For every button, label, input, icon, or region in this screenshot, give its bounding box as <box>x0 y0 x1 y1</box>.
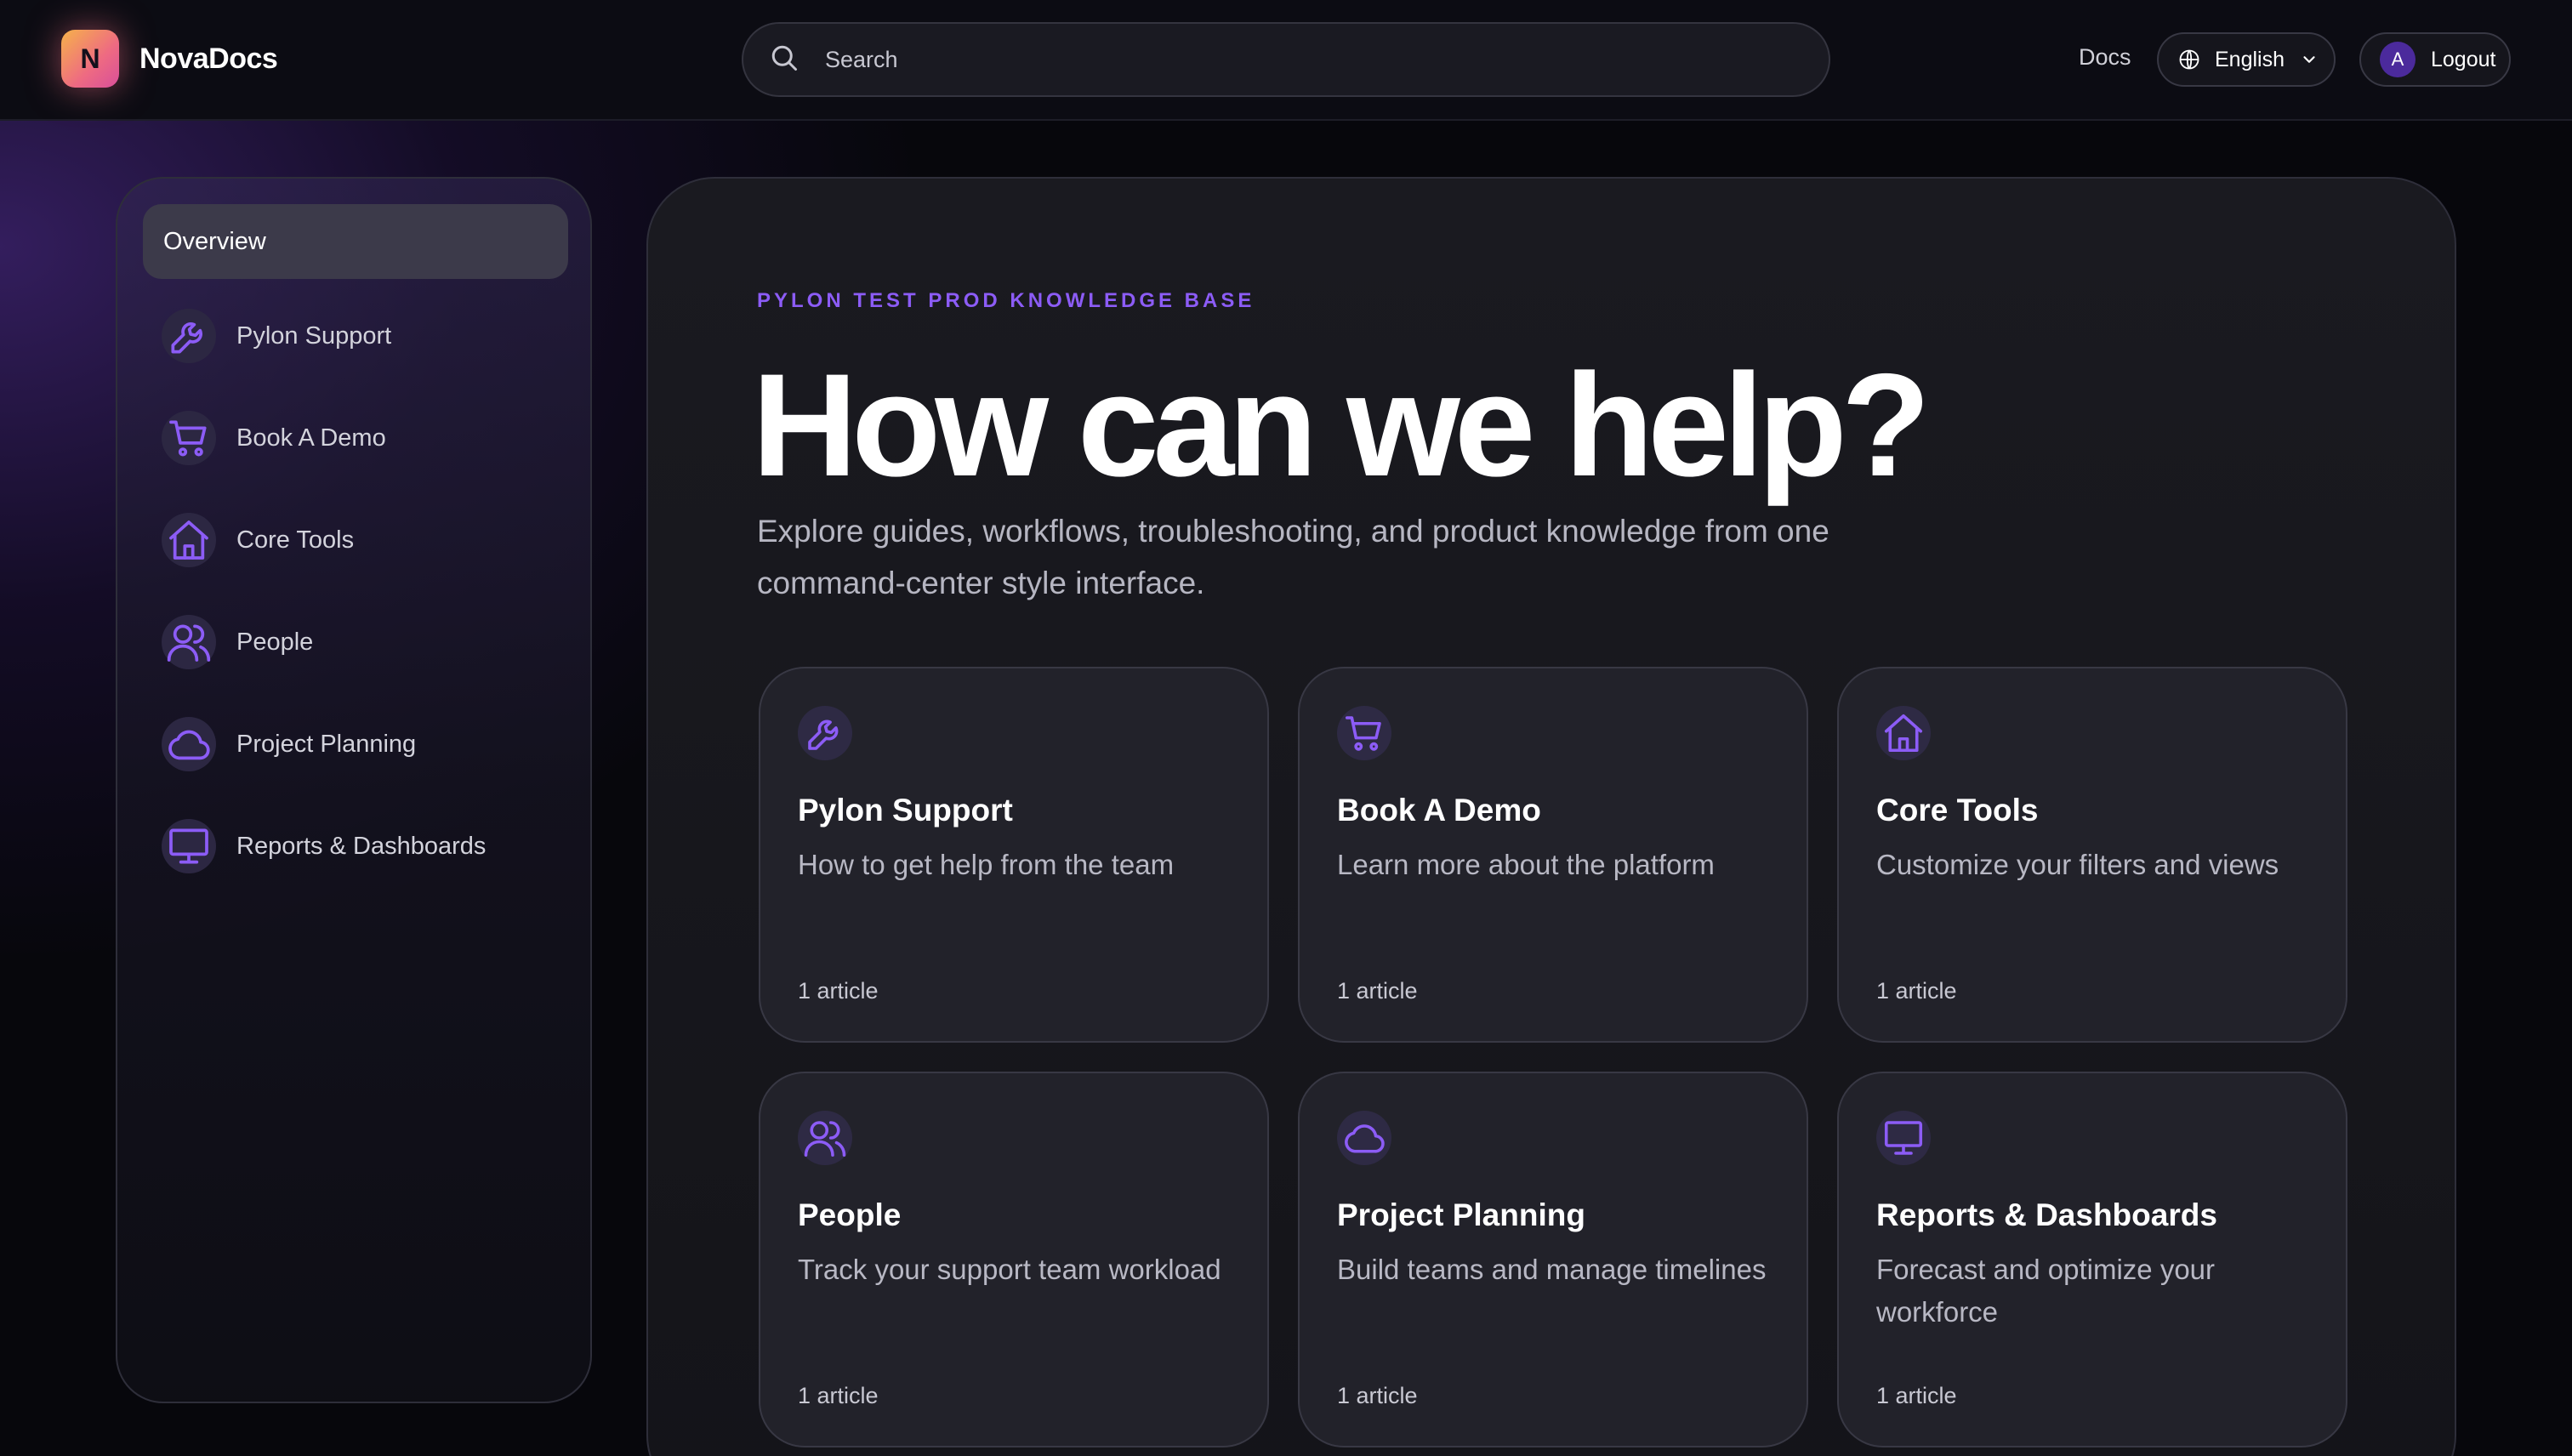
collection-card-pylon-support[interactable]: Pylon Support How to get help from the t… <box>759 667 1269 1043</box>
card-description: Customize your filters and views <box>1876 849 2279 880</box>
app-name: NovaDocs <box>139 42 278 75</box>
article-count: 1 article <box>798 978 879 1004</box>
card-title: People <box>798 1197 902 1232</box>
page-title: How can we help? <box>752 344 1931 507</box>
collection-card-core-tools[interactable]: Core Tools Customize your filters and vi… <box>1837 667 2347 1043</box>
globe-icon <box>2177 48 2201 71</box>
sidebar: Overview Pylon Support Book A Demo Core … <box>116 177 592 1403</box>
search-input[interactable] <box>825 46 1761 73</box>
card-title: Book A Demo <box>1337 793 1541 828</box>
card-description: Track your support team workload <box>798 1254 1221 1285</box>
sidebar-item-book-a-demo[interactable]: Book A Demo <box>162 408 561 468</box>
language-label: English <box>2215 47 2285 71</box>
article-count: 1 article <box>1337 978 1418 1004</box>
page-subtitle: Explore guides, workflows, troubleshooti… <box>757 514 1829 600</box>
article-count: 1 article <box>1876 978 1957 1004</box>
card-title: Core Tools <box>1876 793 2039 828</box>
search-icon <box>769 43 799 77</box>
article-count: 1 article <box>1337 1383 1418 1408</box>
card-title: Project Planning <box>1337 1197 1585 1232</box>
knowledge-base-eyebrow: PYLON TEST PROD KNOWLEDGE BASE <box>757 289 1255 312</box>
sidebar-item-label: Reports & Dashboards <box>236 832 487 860</box>
sidebar-item-project-planning[interactable]: Project Planning <box>162 714 561 774</box>
cart-icon <box>162 411 216 465</box>
card-title: Reports & Dashboards <box>1876 1197 2217 1232</box>
sidebar-item-people[interactable]: People <box>162 612 561 672</box>
logout-button[interactable]: A Logout <box>2359 32 2511 87</box>
users-icon <box>798 1111 852 1165</box>
top-header: N NovaDocs Docs English A Logout <box>0 0 2572 121</box>
sidebar-item-label: Project Planning <box>236 730 417 758</box>
card-description: How to get help from the team <box>798 849 1175 880</box>
cart-icon <box>1337 706 1391 760</box>
sidebar-item-label: Pylon Support <box>236 321 392 350</box>
article-count: 1 article <box>1876 1383 1957 1408</box>
sidebar-item-overview[interactable]: Overview <box>143 204 568 279</box>
cloud-icon <box>162 717 216 771</box>
card-description: Learn more about the platform <box>1337 849 1715 880</box>
sidebar-item-core-tools[interactable]: Core Tools <box>162 510 561 570</box>
monitor-icon <box>162 819 216 873</box>
collection-card-project-planning[interactable]: Project Planning Build teams and manage … <box>1298 1072 1808 1447</box>
home-icon <box>1876 706 1931 760</box>
logout-label: Logout <box>2431 47 2496 71</box>
monitor-icon <box>1876 1111 1931 1165</box>
card-description: Forecast and optimize your workforce <box>1876 1254 2216 1328</box>
cloud-icon <box>1337 1111 1391 1165</box>
card-description: Build teams and manage timelines <box>1337 1254 1767 1285</box>
search-bar[interactable] <box>742 22 1830 97</box>
wrench-icon <box>798 706 852 760</box>
main-panel: PYLON TEST PROD KNOWLEDGE BASE How can w… <box>646 177 2456 1456</box>
collection-card-people[interactable]: People Track your support team workload … <box>759 1072 1269 1447</box>
collection-card-reports-dashboards[interactable]: Reports & Dashboards Forecast and optimi… <box>1837 1072 2347 1447</box>
sidebar-item-reports-dashboards[interactable]: Reports & Dashboards <box>162 816 561 876</box>
avatar: A <box>2380 42 2416 77</box>
sidebar-item-label: People <box>236 628 314 656</box>
collection-card-book-a-demo[interactable]: Book A Demo Learn more about the platfor… <box>1298 667 1808 1043</box>
users-icon <box>162 615 216 669</box>
sidebar-item-pylon-support[interactable]: Pylon Support <box>162 306 561 366</box>
card-title: Pylon Support <box>798 793 1013 828</box>
app-logo[interactable]: N NovaDocs <box>61 30 278 88</box>
home-icon <box>162 513 216 567</box>
article-count: 1 article <box>798 1383 879 1408</box>
wrench-icon <box>162 309 216 363</box>
language-selector[interactable]: English <box>2157 32 2336 87</box>
docs-link[interactable]: Docs <box>2079 44 2131 71</box>
logo-mark: N <box>61 30 119 88</box>
chevron-down-icon <box>2300 50 2319 69</box>
sidebar-item-label: Core Tools <box>236 526 355 554</box>
sidebar-item-label: Book A Demo <box>236 424 386 452</box>
